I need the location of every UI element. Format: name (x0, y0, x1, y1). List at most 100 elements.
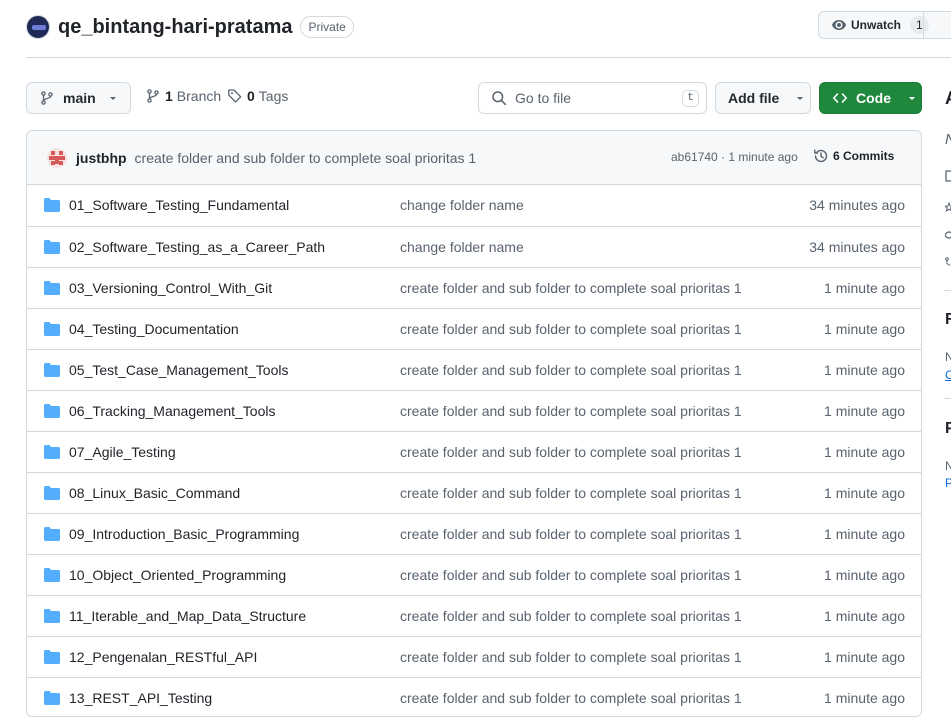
repo-sidebar: A N R N C P N P (944, 0, 951, 722)
header-divider (26, 57, 951, 58)
file-commit-message-link[interactable]: create folder and sub folder to complete… (400, 362, 742, 378)
identicon-icon (49, 150, 65, 165)
tags-link[interactable]: 0 Tags (227, 88, 288, 104)
folder-name-link[interactable]: 06_Tracking_Management_Tools (69, 403, 276, 419)
tag-count: 0 (247, 88, 255, 104)
file-commit-message-link[interactable]: create folder and sub folder to complete… (400, 485, 742, 501)
readme-icon[interactable] (945, 170, 951, 182)
folder-name-link[interactable]: 04_Testing_Documentation (69, 321, 239, 337)
go-to-file-input[interactable] (515, 90, 675, 106)
commit-author[interactable]: justbhp (76, 150, 127, 166)
file-commit-message-link[interactable]: create folder and sub folder to complete… (400, 567, 742, 583)
commit-author-avatar[interactable] (47, 147, 67, 168)
folder-name-link[interactable]: 02_Software_Testing_as_a_Career_Path (69, 239, 325, 255)
file-row[interactable]: 12_Pengenalan_RESTful_API create folder a… (27, 636, 921, 677)
folder-name-link[interactable]: 03_Versioning_Control_With_Git (69, 280, 272, 296)
add-file-label: Add file (728, 90, 780, 106)
folder-icon (44, 281, 60, 295)
git-branch-icon (147, 89, 159, 103)
eye-icon[interactable] (945, 229, 951, 241)
branch-count-label: Branch (176, 88, 222, 104)
folder-icon (44, 198, 60, 212)
tag-icon (228, 89, 242, 103)
file-row[interactable]: 11_Iterable_and_Map_Data_Structure create… (27, 595, 921, 636)
about-heading: A (945, 88, 951, 109)
folder-name-link[interactable]: 05_Test_Case_Management_Tools (69, 362, 288, 378)
file-commit-message-link[interactable]: create folder and sub folder to complete… (400, 649, 742, 665)
code-button[interactable]: Code (819, 82, 922, 114)
branch-selector-button[interactable]: main (26, 82, 131, 114)
folder-name-link[interactable]: 09_Introduction_Basic_Programming (69, 526, 299, 542)
file-row[interactable]: 01_Software_Testing_Fundamental change fo… (27, 185, 921, 226)
file-commit-message-link[interactable]: create folder and sub folder to complete… (400, 321, 742, 337)
branches-link[interactable]: 1 Branch (145, 88, 221, 104)
go-to-file-search[interactable]: t (478, 82, 707, 114)
file-commit-message-link[interactable]: create folder and sub folder to complete… (400, 608, 742, 624)
folder-name-link[interactable]: 07_Agile_Testing (69, 444, 176, 460)
sidebar-divider (944, 398, 951, 399)
file-row[interactable]: 04_Testing_Documentation create folder an… (27, 308, 921, 349)
tag-count-label: Tags (258, 88, 289, 104)
unwatch-label: Unwatch (851, 18, 902, 32)
create-release-link[interactable]: C (945, 368, 951, 382)
folder-name-link[interactable]: 11_Iterable_and_Map_Data_Structure (69, 608, 306, 624)
add-file-button[interactable]: Add file (715, 82, 811, 114)
file-row[interactable]: 03_Versioning_Control_With_Git create fol… (27, 267, 921, 308)
folder-name-link[interactable]: 10_Object_Oriented_Programming (69, 567, 286, 583)
file-commit-time: 1 minute ago (824, 608, 905, 624)
file-row[interactable]: 13_REST_API_Testing create folder and sub… (27, 677, 921, 716)
folder-name-link[interactable]: 08_Linux_Basic_Command (69, 485, 240, 501)
file-commit-time: 1 minute ago (824, 690, 905, 706)
branch-name: main (63, 90, 96, 106)
file-commit-message-link[interactable]: create folder and sub folder to complete… (400, 526, 742, 542)
folder-icon (44, 363, 60, 377)
file-row[interactable]: 02_Software_Testing_as_a_Career_Path chan… (27, 226, 921, 267)
repo-owner-avatar[interactable] (26, 15, 50, 39)
unwatch-button[interactable]: Unwatch 1 (818, 11, 951, 39)
file-row[interactable]: 09_Introduction_Basic_Programming create … (27, 513, 921, 554)
packages-empty-text: N (945, 459, 951, 473)
file-commit-message-link[interactable]: create folder and sub folder to complete… (400, 403, 742, 419)
file-commit-message-link[interactable]: create folder and sub folder to complete… (400, 690, 742, 706)
repo-header: qe_bintang-hari-pratama Private (26, 12, 354, 42)
file-row[interactable]: 10_Object_Oriented_Programming create fol… (27, 554, 921, 595)
publish-package-link[interactable]: P (945, 476, 951, 490)
code-icon (833, 93, 847, 103)
folder-icon (44, 650, 60, 664)
releases-empty-text: N (945, 350, 951, 364)
file-row[interactable]: 05_Test_Case_Management_Tools create fold… (27, 349, 921, 390)
folder-name-link[interactable]: 13_REST_API_Testing (69, 690, 212, 706)
button-divider (923, 12, 924, 38)
file-commit-message-link[interactable]: create folder and sub folder to complete… (400, 444, 742, 460)
folder-icon (44, 691, 60, 705)
file-row[interactable]: 07_Agile_Testing create folder and sub fo… (27, 431, 921, 472)
keyboard-shortcut-hint: t (682, 90, 699, 107)
chevron-down-icon (109, 97, 116, 100)
file-list: justbhp create folder and sub folder to … (26, 130, 922, 717)
commit-hash-and-time[interactable]: ab61740 · 1 minute ago (671, 150, 798, 164)
file-commit-time: 1 minute ago (824, 485, 905, 501)
file-commit-message-link[interactable]: change folder name (400, 239, 524, 255)
repo-title[interactable]: qe_bintang-hari-pratama (58, 16, 292, 39)
folder-name-link[interactable]: 12_Pengenalan_RESTful_API (69, 649, 257, 665)
folder-icon (44, 404, 60, 418)
file-row[interactable]: 06_Tracking_Management_Tools create folde… (27, 390, 921, 431)
file-commit-time: 1 minute ago (824, 444, 905, 460)
about-description: N (945, 131, 951, 148)
file-row[interactable]: 08_Linux_Basic_Command create folder and … (27, 472, 921, 513)
watch-count: 1 (910, 16, 929, 34)
file-commit-time: 1 minute ago (824, 362, 905, 378)
branch-count: 1 (165, 88, 173, 104)
eye-icon (832, 20, 846, 30)
latest-commit-bar: justbhp create folder and sub folder to … (27, 131, 921, 185)
commit-message[interactable]: create folder and sub folder to complete… (135, 150, 477, 166)
file-commit-message-link[interactable]: change folder name (400, 197, 524, 213)
commits-history-link[interactable]: 6 Commits (813, 148, 894, 164)
search-icon (492, 91, 507, 106)
star-icon[interactable] (945, 202, 951, 214)
fork-icon[interactable] (945, 256, 951, 268)
folder-name-link[interactable]: 01_Software_Testing_Fundamental (69, 197, 289, 213)
folder-icon (44, 486, 60, 500)
file-commit-message-link[interactable]: create folder and sub folder to complete… (400, 280, 742, 296)
git-branch-icon (41, 91, 53, 105)
